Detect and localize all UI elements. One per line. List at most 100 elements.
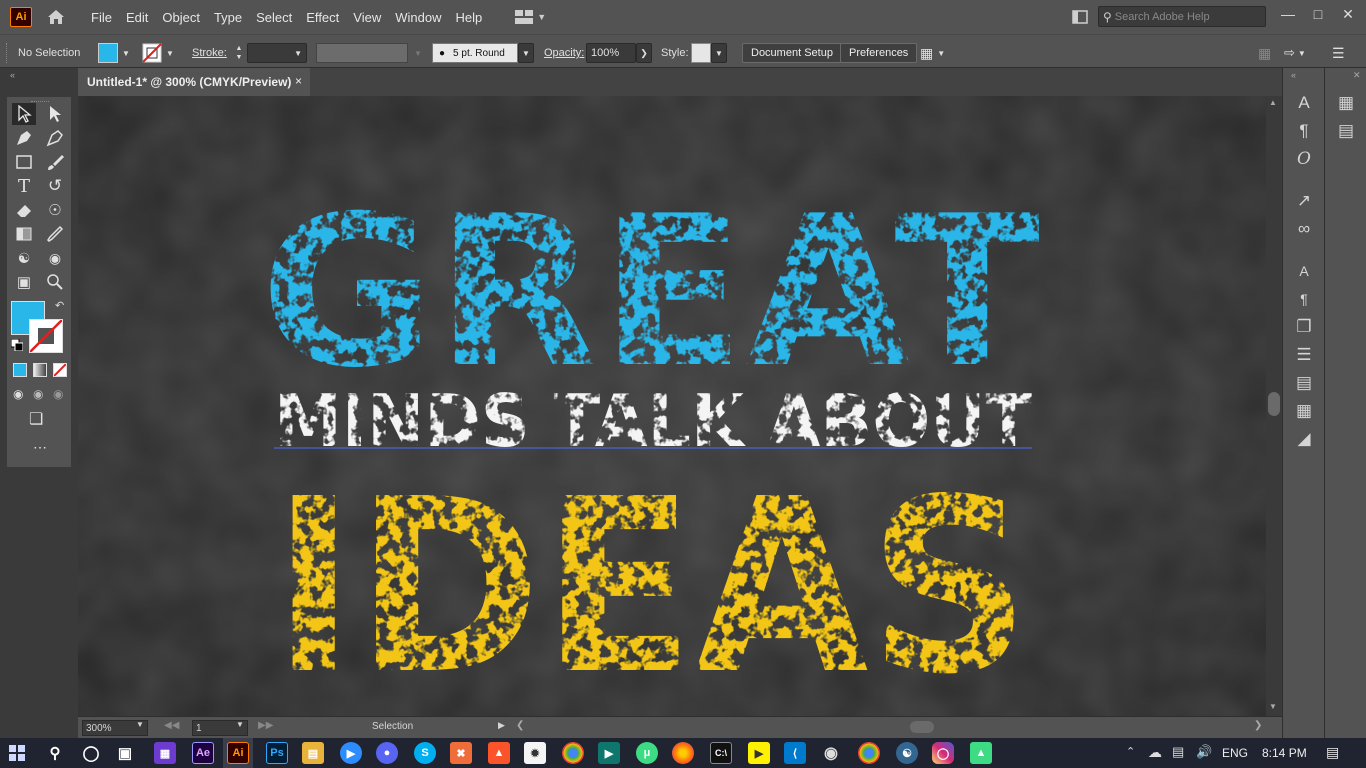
opentype-panel-icon[interactable]: O — [1293, 148, 1315, 170]
blend-tool-icon[interactable]: ☯ — [12, 247, 36, 269]
zoom-app-icon[interactable]: ▶ — [340, 742, 362, 764]
scrollbar-thumb[interactable] — [1268, 392, 1280, 416]
grip-icon[interactable] — [6, 43, 9, 63]
workspace-switcher[interactable]: ▼ — [515, 10, 546, 24]
skype-icon[interactable]: S — [414, 742, 436, 764]
rectangle-tool-icon[interactable] — [12, 151, 36, 173]
color-mode-icon[interactable] — [13, 363, 27, 377]
brush-preview[interactable]: ● 5 pt. Round — [432, 43, 518, 63]
screen-mode-icon[interactable]: ❏ — [29, 409, 43, 429]
status-menu-icon[interactable]: ▶ — [498, 720, 505, 731]
scroll-down-icon[interactable]: ▼ — [1269, 702, 1277, 711]
graphic-style-picker[interactable]: ▼ — [691, 43, 727, 63]
panel-menu-icon[interactable]: ☰ — [1332, 43, 1345, 63]
stroke-weight-stepper[interactable]: ▲ ▼ ▼ — [231, 43, 307, 63]
stroke-label[interactable]: Stroke: — [192, 43, 227, 63]
chevron-down-icon[interactable]: ▼ — [518, 43, 534, 63]
vertical-scrollbar[interactable]: ▲ ▼ — [1266, 96, 1282, 716]
language-indicator[interactable]: ENG — [1222, 746, 1248, 760]
volume-icon[interactable]: 🔊 — [1196, 744, 1212, 760]
menu-object[interactable]: Object — [155, 10, 207, 25]
chevron-up-icon[interactable]: ⌃ — [1126, 745, 1135, 758]
photoshop-icon[interactable]: Ps — [266, 742, 288, 764]
collapse-icon[interactable]: « — [10, 70, 15, 80]
notification-icon[interactable]: ▤ — [1326, 744, 1339, 761]
document-setup-button[interactable]: Document Setup — [742, 43, 842, 63]
chevron-down-icon[interactable]: ▼ — [136, 720, 144, 729]
arrange-icon[interactable]: ▦ ▼ — [920, 43, 945, 63]
vscode-icon[interactable]: ⟨ — [784, 742, 806, 764]
pen-tool-icon[interactable] — [12, 127, 36, 149]
paragraph-styles-icon[interactable]: ¶ — [1293, 288, 1315, 310]
menu-file[interactable]: File — [84, 10, 119, 25]
no-stroke-icon[interactable] — [142, 43, 162, 63]
direct-selection-tool-icon[interactable] — [43, 103, 67, 125]
maximize-icon[interactable]: □ — [1304, 0, 1332, 28]
network-icon[interactable]: ▤ — [1172, 744, 1184, 760]
menu-help[interactable]: Help — [448, 10, 489, 25]
draw-inside-icon[interactable]: ◉ — [53, 387, 63, 401]
libraries-panel-icon[interactable]: ▤ — [1293, 372, 1315, 394]
minimize-icon[interactable]: — — [1274, 0, 1302, 28]
shape-builder-tool-icon[interactable]: ◉ — [43, 247, 67, 269]
scroll-up-icon[interactable]: ▲ — [1269, 98, 1277, 107]
menu-edit[interactable]: Edit — [119, 10, 155, 25]
chevron-down-icon[interactable]: ▼ — [236, 720, 244, 729]
opacity-control[interactable]: 100% ❯ — [586, 43, 652, 63]
swap-fill-stroke-icon[interactable]: ↶ — [55, 299, 64, 312]
align-panel-icon[interactable]: ▤ — [1335, 120, 1357, 142]
selection-tool-icon[interactable] — [12, 103, 36, 125]
menu-view[interactable]: View — [346, 10, 388, 25]
warp-tool-icon[interactable]: ☉ — [43, 199, 67, 221]
brave-icon[interactable]: ▲ — [488, 742, 510, 764]
paintbrush-tool-icon[interactable] — [43, 151, 67, 173]
chevron-down-icon[interactable]: ▼ — [122, 49, 130, 58]
character-panel-icon[interactable]: A — [1293, 92, 1315, 114]
utorrent-icon[interactable]: μ — [636, 742, 658, 764]
scroll-right-icon[interactable]: ❯ — [1254, 720, 1262, 731]
none-mode-icon[interactable] — [53, 363, 67, 377]
headline-great[interactable]: GREAT — [260, 172, 1040, 414]
discord-icon[interactable]: ● — [376, 742, 398, 764]
transform-panel-icon[interactable]: ▦ — [1335, 92, 1357, 114]
preferences-button[interactable]: Preferences — [840, 43, 918, 63]
menu-select[interactable]: Select — [249, 10, 299, 25]
artboard-canvas[interactable]: GREAT MINDS TALK ABOUT IDEAS — [78, 96, 1266, 716]
start-icon[interactable] — [6, 742, 28, 764]
xampp-icon[interactable]: ✖ — [450, 742, 472, 764]
swatches-panel-icon[interactable]: ▦ — [1293, 400, 1315, 422]
draw-behind-icon[interactable]: ◉ — [33, 387, 43, 401]
media-player-icon[interactable]: ▶ — [748, 742, 770, 764]
postgres-icon[interactable]: ☯ — [896, 742, 918, 764]
next-artboard-icon[interactable]: ▶▶ — [258, 720, 273, 731]
zoom-tool-icon[interactable] — [43, 271, 67, 293]
instagram-icon[interactable]: ◯ — [932, 742, 954, 764]
type-tool-icon[interactable]: T — [12, 175, 36, 197]
stepper-arrows-icon[interactable]: ▲ ▼ — [231, 44, 247, 62]
first-artboard-icon[interactable]: ◀◀ — [164, 720, 179, 731]
chevron-right-icon[interactable]: ❯ — [636, 43, 652, 63]
chevron-down-icon[interactable]: ▼ — [414, 49, 422, 58]
rotate-tool-icon[interactable]: ↺ — [43, 175, 67, 197]
arrange-documents-icon[interactable] — [1072, 10, 1088, 27]
sublime-icon[interactable]: ▶ — [598, 742, 620, 764]
snipping-icon[interactable]: ✹ — [524, 742, 546, 764]
opacity-label[interactable]: Opacity: — [544, 43, 584, 63]
command-prompt-icon[interactable]: C:\ — [710, 742, 732, 764]
menu-effect[interactable]: Effect — [299, 10, 346, 25]
chrome-profile-icon[interactable] — [858, 742, 880, 764]
android-studio-icon[interactable]: ▲ — [970, 742, 992, 764]
links-panel-icon[interactable]: ∞ — [1293, 218, 1315, 240]
chrome-icon[interactable] — [562, 742, 584, 764]
home-icon[interactable] — [46, 7, 66, 27]
close-icon[interactable]: ✕ — [1353, 70, 1361, 81]
file-explorer-icon[interactable]: ▤ — [302, 742, 324, 764]
variable-width-profile[interactable]: ▼ — [316, 43, 422, 63]
fill-swatch[interactable]: ▼ — [98, 43, 130, 63]
transparency-panel-icon[interactable]: ◢ — [1293, 428, 1315, 450]
character-styles-icon[interactable]: A — [1293, 260, 1315, 282]
illustrator-taskbar-icon[interactable]: Ai — [227, 742, 249, 764]
menu-type[interactable]: Type — [207, 10, 249, 25]
graphic-style-swatch[interactable] — [691, 43, 711, 63]
horizontal-scrollbar-thumb[interactable] — [910, 721, 934, 733]
